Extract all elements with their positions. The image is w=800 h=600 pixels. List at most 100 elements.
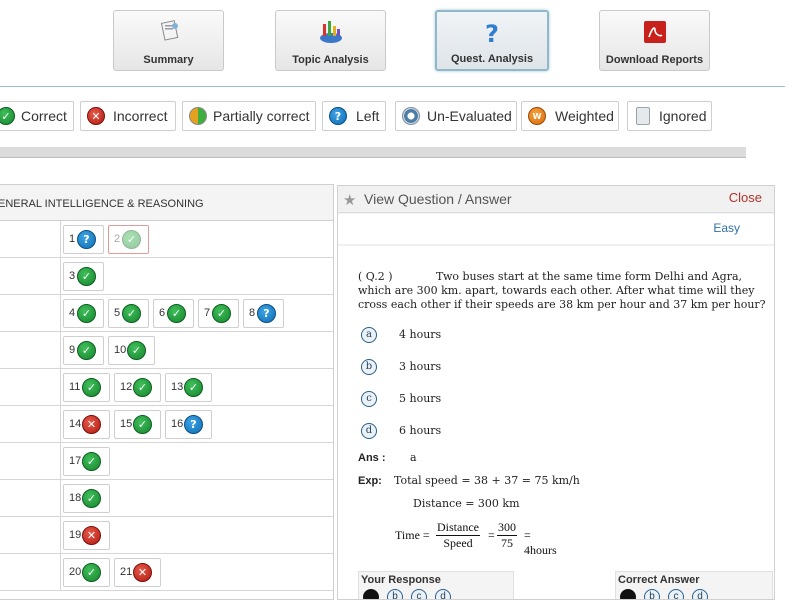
correct-icon: ✓ (212, 304, 231, 323)
correct-icon: ✓ (0, 107, 15, 125)
tab-summary[interactable]: Summary (113, 10, 224, 71)
tab-topic-analysis-label: Topic Analysis (292, 54, 369, 66)
question-number: 8 (249, 307, 256, 319)
question-16-button[interactable]: 16? (165, 410, 212, 439)
question-2-button[interactable]: 2 ✓ (108, 225, 149, 254)
correct-icon: ✓ (133, 415, 152, 434)
question-17-button[interactable]: 17 ✓ (63, 447, 110, 476)
question-6-button[interactable]: 6 ✓ (153, 299, 194, 328)
panel-header: ★ View Question / Answer Close (338, 186, 774, 213)
legend-incorrect: ✕ Incorrect (80, 101, 176, 131)
legend-weighted-label: Weighted (555, 108, 614, 124)
partial-icon (189, 107, 207, 125)
option-a-key: a (361, 327, 377, 343)
question-5-button[interactable]: 5 ✓ (108, 299, 149, 328)
question-12-button[interactable]: 12 ✓ (114, 373, 161, 402)
left-icon: ? (77, 230, 96, 249)
legend-partial: Partially correct (182, 101, 316, 131)
option-d-text: 6 hours (399, 424, 442, 437)
question-9-button[interactable]: 9 ✓ (63, 336, 104, 365)
left-icon: ? (184, 415, 203, 434)
question-number: ( Q.2 ) (358, 270, 393, 283)
tab-topic-analysis[interactable]: Topic Analysis (275, 10, 386, 71)
your-response-label: Your Response (361, 574, 441, 586)
legend-left: ? Left (322, 101, 386, 131)
question-19-button[interactable]: 19 ✕ (63, 521, 110, 550)
tabs-divider (0, 86, 785, 87)
option-b-key: b (361, 359, 377, 375)
correct-icon: ✓ (82, 563, 101, 582)
question-number: 3 (69, 270, 76, 282)
option-c-text: 5 hours (399, 392, 442, 405)
row-divider (60, 221, 61, 257)
legend-ignored: Ignored (627, 101, 712, 131)
correct-icon: ✓ (77, 304, 96, 323)
unevaluated-icon (402, 107, 420, 125)
view-question-panel: ★ View Question / Answer Close Easy ( Q.… (337, 185, 775, 600)
question-number: 21 (120, 566, 133, 578)
question-7-button[interactable]: 7 ✓ (198, 299, 239, 328)
close-link[interactable]: Close (729, 190, 762, 205)
pdf-icon (643, 21, 666, 43)
left-icon: ? (329, 107, 347, 125)
question-number: 12 (120, 381, 133, 393)
response-option-b: b (387, 589, 403, 599)
incorrect-icon: ✕ (87, 107, 105, 125)
row-divider (60, 295, 61, 331)
panel-body: Easy ( Q.2 ) Two buses start at the same … (338, 214, 774, 599)
question-4-button[interactable]: 4 ✓ (63, 299, 104, 328)
topic-chart-icon (319, 21, 342, 43)
question-number: 14 (69, 418, 82, 430)
horizontal-scrollbar[interactable] (0, 147, 746, 158)
question-number: 4 (69, 307, 76, 319)
explanation-label: Exp: (358, 475, 382, 487)
response-option-d: d (435, 589, 451, 599)
row-divider (60, 480, 61, 516)
tab-question-analysis[interactable]: ? Quest. Analysis (435, 10, 549, 71)
answer-value: a (410, 451, 417, 464)
question-number: 20 (69, 566, 82, 578)
vertical-scrollbar[interactable] (785, 0, 800, 600)
star-icon: ★ (343, 191, 357, 209)
question-21-button[interactable]: 21 ✕ (114, 558, 161, 587)
legend-incorrect-label: Incorrect (113, 108, 168, 124)
legend-unevaluated: Un-Evaluated (395, 101, 517, 131)
report-tabs-bar: Summary Topic Analysis ? Quest. Analysis… (0, 0, 800, 88)
row-divider (60, 554, 61, 590)
question-14-button[interactable]: 14 ✕ (63, 410, 110, 439)
correct-icon: ✓ (184, 378, 203, 397)
question-mark-icon: ? (485, 20, 499, 47)
option-b-text: 3 hours (399, 360, 442, 373)
tab-download-reports-label: Download Reports (605, 54, 704, 66)
correct-icon: ✓ (122, 304, 141, 323)
difficulty-label: Easy (713, 221, 740, 235)
question-number: 15 (120, 418, 133, 430)
correct-icon: ✓ (77, 341, 96, 360)
question-10-button[interactable]: 10 ✓ (108, 336, 155, 365)
panel-title: View Question / Answer (364, 191, 512, 207)
question-row: 3 ✓ (0, 258, 333, 295)
formula-result: 4hours (524, 543, 557, 557)
incorrect-icon: ✕ (133, 563, 152, 582)
question-number: 1 (69, 233, 76, 245)
weighted-icon: W (528, 107, 546, 125)
tab-download-reports[interactable]: Download Reports (599, 10, 710, 71)
question-15-button[interactable]: 15 ✓ (114, 410, 161, 439)
divider (338, 244, 774, 246)
legend-correct-label: Correct (21, 108, 67, 124)
formula-fraction-1: Distance Speed (436, 520, 480, 550)
answer-label: Ans : (358, 452, 386, 464)
question-number: 7 (204, 307, 211, 319)
question-row: 11 ✓ 12 ✓ 13 ✓ (0, 369, 333, 406)
question-number: 17 (69, 455, 82, 467)
question-13-button[interactable]: 13 ✓ (165, 373, 212, 402)
question-11-button[interactable]: 11 ✓ (63, 373, 110, 402)
question-number: 6 (159, 307, 166, 319)
question-20-button[interactable]: 20 ✓ (63, 558, 110, 587)
question-18-button[interactable]: 18 ✓ (63, 484, 110, 513)
question-3-button[interactable]: 3 ✓ (63, 262, 104, 291)
correct-option-c: c (668, 589, 684, 599)
question-row: 14 ✕ 15 ✓ 16? (0, 406, 333, 443)
question-1-button[interactable]: 1? (63, 225, 104, 254)
question-8-button[interactable]: 8? (243, 299, 284, 328)
